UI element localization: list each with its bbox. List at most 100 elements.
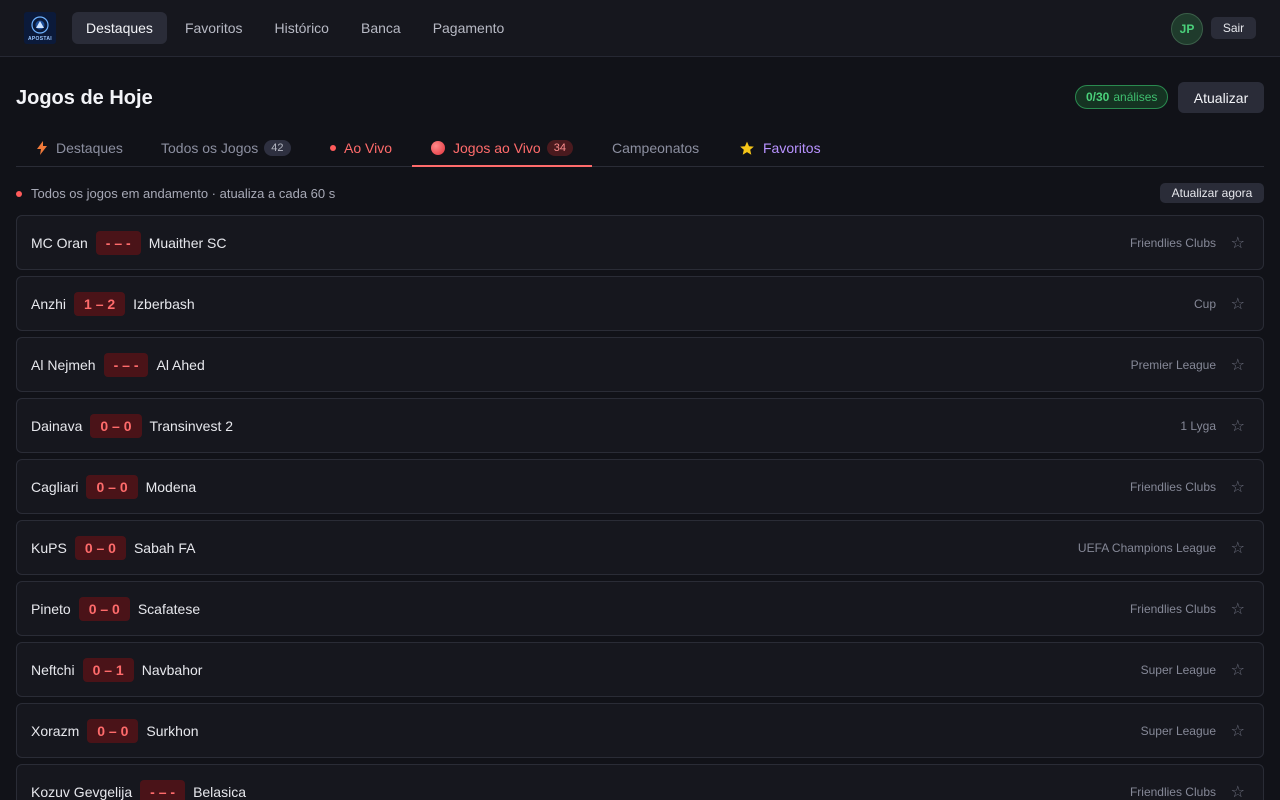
match-row[interactable]: Dainava 0 – 0 Transinvest 2 1 Lyga ☆ xyxy=(16,398,1264,453)
match-row[interactable]: Pineto 0 – 0 Scafatese Friendlies Clubs … xyxy=(16,581,1264,636)
nav-item-destaques[interactable]: Destaques xyxy=(72,12,167,44)
match-score: 0 – 1 xyxy=(82,657,134,682)
league-name: Friendlies Clubs xyxy=(1129,784,1216,799)
home-team: Xorazm xyxy=(31,722,80,739)
live-status-dot-icon xyxy=(16,190,22,197)
tab-ao-vivo[interactable]: Ao Vivo xyxy=(330,129,392,167)
league-name: Super League xyxy=(1140,662,1216,677)
favorite-star-icon[interactable]: ☆ xyxy=(1231,355,1245,375)
match-row[interactable]: Kozuv Gevgelija - – - Belasica Friendlie… xyxy=(16,764,1264,800)
favorite-star-icon[interactable]: ☆ xyxy=(1231,721,1245,741)
live-status-text: Todos os jogos em andamento · atualiza a… xyxy=(31,186,336,201)
home-team: Neftchi xyxy=(31,661,75,678)
league-name: Premier League xyxy=(1130,357,1216,372)
favorite-star-icon[interactable]: ☆ xyxy=(1231,660,1245,680)
nav-item-favoritos[interactable]: Favoritos xyxy=(171,12,257,44)
lightning-icon xyxy=(36,141,48,155)
tab-jogos-ao-vivo[interactable]: Jogos ao Vivo 34 xyxy=(431,129,573,167)
tab-jogos-ao-vivo-label: Jogos ao Vivo xyxy=(453,140,541,156)
favorite-star-icon[interactable]: ☆ xyxy=(1231,599,1245,619)
tab-todos-label: Todos os Jogos xyxy=(161,140,259,156)
away-team: Al Ahed xyxy=(156,356,205,373)
analyses-label: análises xyxy=(1113,90,1158,104)
star-filled-icon xyxy=(739,141,755,156)
away-team: Surkhon xyxy=(146,722,199,739)
home-team: KuPS xyxy=(31,539,67,556)
refresh-now-button[interactable]: Atualizar agora xyxy=(1160,183,1264,203)
match-score: - – - xyxy=(95,230,141,255)
match-row[interactable]: KuPS 0 – 0 Sabah FA UEFA Champions Leagu… xyxy=(16,520,1264,575)
match-row[interactable]: Xorazm 0 – 0 Surkhon Super League ☆ xyxy=(16,703,1264,758)
home-team: MC Oran xyxy=(31,234,88,251)
match-row[interactable]: MC Oran - – - Muaither SC Friendlies Clu… xyxy=(16,215,1264,270)
league-name: Super League xyxy=(1140,723,1216,738)
league-name: UEFA Champions League xyxy=(1077,540,1216,555)
tab-campeonatos[interactable]: Campeonatos xyxy=(612,129,699,167)
tab-jogos-ao-vivo-count-badge: 34 xyxy=(546,140,573,156)
tab-favoritos[interactable]: Favoritos xyxy=(739,129,821,167)
nav-item-pagamento[interactable]: Pagamento xyxy=(419,12,519,44)
match-score: - – - xyxy=(103,352,149,377)
home-team: Al Nejmeh xyxy=(31,356,96,373)
logo-text: APOSTAI xyxy=(28,36,52,42)
league-name: 1 Lyga xyxy=(1180,418,1216,433)
league-name: Friendlies Clubs xyxy=(1129,479,1216,494)
match-score: 0 – 0 xyxy=(87,718,139,743)
tab-todos-count-badge: 42 xyxy=(264,140,291,156)
home-team: Pineto xyxy=(31,600,71,617)
away-team: Modena xyxy=(145,478,197,495)
match-row[interactable]: Neftchi 0 – 1 Navbahor Super League ☆ xyxy=(16,642,1264,697)
analyses-quota-badge: 0/30 análises xyxy=(1075,85,1169,109)
match-row[interactable]: Anzhi 1 – 2 Izberbash Cup ☆ xyxy=(16,276,1264,331)
away-team: Izberbash xyxy=(133,295,195,312)
home-team: Anzhi xyxy=(31,295,67,312)
favorite-star-icon[interactable]: ☆ xyxy=(1231,538,1245,558)
away-team: Sabah FA xyxy=(133,539,196,556)
games-tabs: Destaques Todos os Jogos 42 Ao Vivo Jogo… xyxy=(16,129,1264,167)
match-row[interactable]: Cagliari 0 – 0 Modena Friendlies Clubs ☆ xyxy=(16,459,1264,514)
tab-todos-os-jogos[interactable]: Todos os Jogos 42 xyxy=(161,129,291,167)
favorite-star-icon[interactable]: ☆ xyxy=(1231,294,1245,314)
away-team: Belasica xyxy=(193,783,246,800)
match-row[interactable]: Al Nejmeh - – - Al Ahed Premier League ☆ xyxy=(16,337,1264,392)
tab-destaques[interactable]: Destaques xyxy=(36,129,123,167)
league-name: Friendlies Clubs xyxy=(1129,601,1216,616)
away-team: Scafatese xyxy=(137,600,201,617)
away-team: Navbahor xyxy=(141,661,203,678)
tab-favoritos-label: Favoritos xyxy=(763,140,821,156)
home-team: Dainava xyxy=(31,417,83,434)
favorite-star-icon[interactable]: ☆ xyxy=(1231,416,1245,436)
match-list: MC Oran - – - Muaither SC Friendlies Clu… xyxy=(16,215,1264,800)
page-title: Jogos de Hoje xyxy=(16,87,153,109)
match-score: 0 – 0 xyxy=(86,474,138,499)
match-score: - – - xyxy=(140,779,186,800)
away-team: Transinvest 2 xyxy=(149,417,234,434)
live-indicator-icon xyxy=(431,141,445,155)
favorite-star-icon[interactable]: ☆ xyxy=(1231,233,1245,253)
match-score: 1 – 2 xyxy=(74,291,126,316)
nav-item-historico[interactable]: Histórico xyxy=(261,12,343,44)
top-navbar: APOSTAI Destaques Favoritos Histórico Ba… xyxy=(0,0,1280,57)
tab-campeonatos-label: Campeonatos xyxy=(612,140,700,156)
match-score: 0 – 0 xyxy=(74,535,126,560)
main-nav: Destaques Favoritos Histórico Banca Paga… xyxy=(72,12,522,44)
league-name: Cup xyxy=(1193,296,1216,311)
match-score: 0 – 0 xyxy=(78,596,130,621)
home-team: Kozuv Gevgelija xyxy=(31,783,133,800)
favorite-star-icon[interactable]: ☆ xyxy=(1231,782,1245,800)
tab-ao-vivo-label: Ao Vivo xyxy=(344,140,392,156)
away-team: Muaither SC xyxy=(148,234,227,251)
tab-destaques-label: Destaques xyxy=(56,140,123,156)
analyses-count: 0/30 xyxy=(1086,90,1110,104)
nav-item-banca[interactable]: Banca xyxy=(347,12,415,44)
match-score: 0 – 0 xyxy=(90,413,142,438)
logout-button[interactable]: Sair xyxy=(1211,17,1256,39)
live-status-line: Todos os jogos em andamento · atualiza a… xyxy=(16,186,335,201)
home-team: Cagliari xyxy=(31,478,79,495)
league-name: Friendlies Clubs xyxy=(1129,235,1216,250)
app-logo[interactable]: APOSTAI xyxy=(24,12,56,44)
refresh-button[interactable]: Atualizar xyxy=(1178,82,1264,113)
live-dot-icon xyxy=(330,145,336,151)
favorite-star-icon[interactable]: ☆ xyxy=(1231,477,1245,497)
user-avatar[interactable]: JP xyxy=(1171,13,1203,45)
